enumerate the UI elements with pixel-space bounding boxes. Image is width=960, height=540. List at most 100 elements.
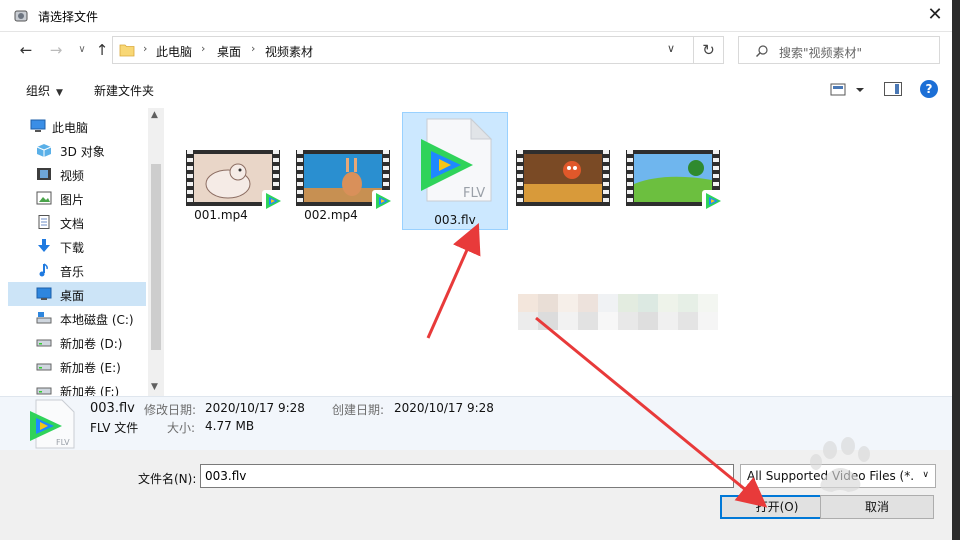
cartoon-landscape-frame <box>634 154 712 202</box>
pictures-icon <box>36 191 52 205</box>
sidebar-item-label: 图片 <box>60 193 85 207</box>
film-perforation <box>603 150 609 206</box>
film-perforation <box>627 150 633 206</box>
folder-icon <box>119 44 135 57</box>
chevron-down-icon: ▼ <box>56 88 63 98</box>
cartoon-rabbit-frame <box>304 154 382 202</box>
sidebar-item-this-pc[interactable]: 此电脑 <box>8 114 146 138</box>
sidebar-item-drive-d[interactable]: 新加卷 (D:) <box>8 330 146 354</box>
file-item-002-mp4[interactable]: 002.mp4 <box>278 108 394 226</box>
drive-icon <box>36 363 52 371</box>
details-modified-label: 修改日期: <box>144 403 197 417</box>
video-thumbnail <box>186 150 284 212</box>
sidebar-item-label: 新加卷 (E:) <box>60 361 121 375</box>
video-thumbnail <box>626 150 724 212</box>
breadcrumb-desktop[interactable]: 桌面 <box>217 43 241 60</box>
sidebar-item-pictures[interactable]: 图片 <box>8 186 146 210</box>
sidebar-item-desktop[interactable]: 桌面 <box>8 282 146 306</box>
tencent-video-badge-icon <box>702 190 724 212</box>
preview-pane-button[interactable] <box>884 82 902 96</box>
flv-ext-label: FLV <box>56 438 70 447</box>
downloads-icon <box>38 239 50 252</box>
details-created-value: 2020/10/17 9:28 <box>394 401 494 415</box>
details-modified-value: 2020/10/17 9:28 <box>205 401 305 415</box>
background-edge <box>952 0 960 540</box>
sidebar-item-label: 3D 对象 <box>60 145 105 159</box>
sidebar-item-downloads[interactable]: 下载 <box>8 234 146 258</box>
details-created-label: 创建日期: <box>332 403 385 417</box>
cartoon-bird-frame <box>524 154 602 202</box>
details-file-type: FLV 文件 <box>90 421 139 435</box>
file-item-video-4[interactable] <box>512 108 618 226</box>
back-button[interactable]: ← <box>16 40 36 60</box>
file-list: 001.mp4 002.mp4 FLV 003.flv <box>166 108 952 396</box>
sidebar-item-label: 桌面 <box>60 289 85 303</box>
sidebar-item-label: 本地磁盘 (C:) <box>60 313 134 327</box>
breadcrumb-this-pc[interactable]: 此电脑 <box>156 43 192 60</box>
film-perforation <box>517 150 523 206</box>
refresh-button[interactable]: ↻ <box>694 36 724 64</box>
file-name: 001.mp4 <box>194 208 248 222</box>
drive-icon <box>36 387 52 395</box>
search-box[interactable]: 搜索"视频素材" <box>738 36 940 64</box>
sidebar-item-drive-f[interactable]: 新加卷 (F:) <box>8 378 146 396</box>
navigation-pane: 此电脑 3D 对象 视频 图片 文档 下载 音乐 桌面 本地磁盘 (C:) 新加… <box>0 108 164 396</box>
breadcrumb-video-materials[interactable]: 视频素材 <box>265 43 313 60</box>
organize-button[interactable]: 组织 ▼ <box>26 82 63 99</box>
search-icon <box>756 45 768 57</box>
address-dropdown-button[interactable]: ∨ <box>667 42 675 55</box>
video-thumbnail <box>516 150 610 206</box>
file-name: 003.flv <box>434 213 476 227</box>
flv-file-icon: FLV <box>421 117 493 202</box>
file-item-video-5[interactable] <box>622 108 728 226</box>
app-icon <box>14 10 28 22</box>
sidebar-item-label: 新加卷 (D:) <box>60 337 123 351</box>
video-thumbnail <box>296 150 394 212</box>
videos-icon <box>37 168 51 180</box>
file-item-001-mp4[interactable]: 001.mp4 <box>168 108 284 226</box>
pixelated-filename-mosaic <box>518 294 718 330</box>
file-item-003-flv[interactable]: FLV 003.flv <box>402 112 508 230</box>
breadcrumb-separator: › <box>201 42 206 55</box>
sidebar-item-music[interactable]: 音乐 <box>8 258 146 282</box>
sidebar-item-3d-objects[interactable]: 3D 对象 <box>8 138 146 162</box>
sidebar-item-videos[interactable]: 视频 <box>8 162 146 186</box>
sidebar-item-label: 音乐 <box>60 265 85 279</box>
file-name-input[interactable] <box>200 464 734 488</box>
watermark-logo <box>810 437 870 492</box>
close-button[interactable]: ✕ <box>926 6 944 24</box>
sidebar-item-label: 文档 <box>60 217 85 231</box>
recent-locations-button[interactable]: ∨ <box>72 40 92 60</box>
command-bar: 组织 ▼ 新建文件夹 <box>0 72 952 106</box>
flv-ext-label: FLV <box>463 186 485 201</box>
sidebar-item-drive-e[interactable]: 新加卷 (E:) <box>8 354 146 378</box>
details-size-value: 4.77 MB <box>205 419 255 433</box>
flv-file-icon: FLV <box>30 399 75 449</box>
desktop-icon <box>36 287 52 300</box>
organize-label: 组织 <box>26 84 51 98</box>
sidebar-item-label: 此电脑 <box>52 121 89 135</box>
cartoon-sheep-frame <box>194 154 272 202</box>
sidebar-scrollbar[interactable]: ▲ ▼ <box>148 108 164 396</box>
search-placeholder: 搜索"视频素材" <box>779 46 863 60</box>
drive-icon <box>36 339 52 347</box>
scrollbar-thumb[interactable] <box>151 164 161 350</box>
sidebar-item-documents[interactable]: 文档 <box>8 210 146 234</box>
film-perforation <box>187 150 193 206</box>
film-perforation <box>297 150 303 206</box>
details-file-name: 003.flv <box>90 401 135 416</box>
title-bar: 请选择文件 ✕ <box>0 0 960 32</box>
window-title: 请选择文件 <box>38 10 99 24</box>
file-name-label: 文件名(N): <box>138 472 197 486</box>
scroll-up-button[interactable]: ▲ <box>151 110 158 120</box>
help-button[interactable]: ? <box>920 80 938 98</box>
change-view-button[interactable] <box>830 82 866 98</box>
scroll-down-button[interactable]: ▼ <box>151 382 158 392</box>
up-button[interactable]: ↑ <box>92 40 112 60</box>
new-folder-button[interactable]: 新建文件夹 <box>94 82 154 99</box>
details-size-label: 大小: <box>167 421 196 435</box>
forward-button[interactable]: → <box>46 40 66 60</box>
sidebar-item-drive-c[interactable]: 本地磁盘 (C:) <box>8 306 146 330</box>
3d-objects-icon <box>36 144 52 157</box>
address-bar[interactable]: › 此电脑 › 桌面 › 视频素材 ∨ <box>112 36 694 64</box>
